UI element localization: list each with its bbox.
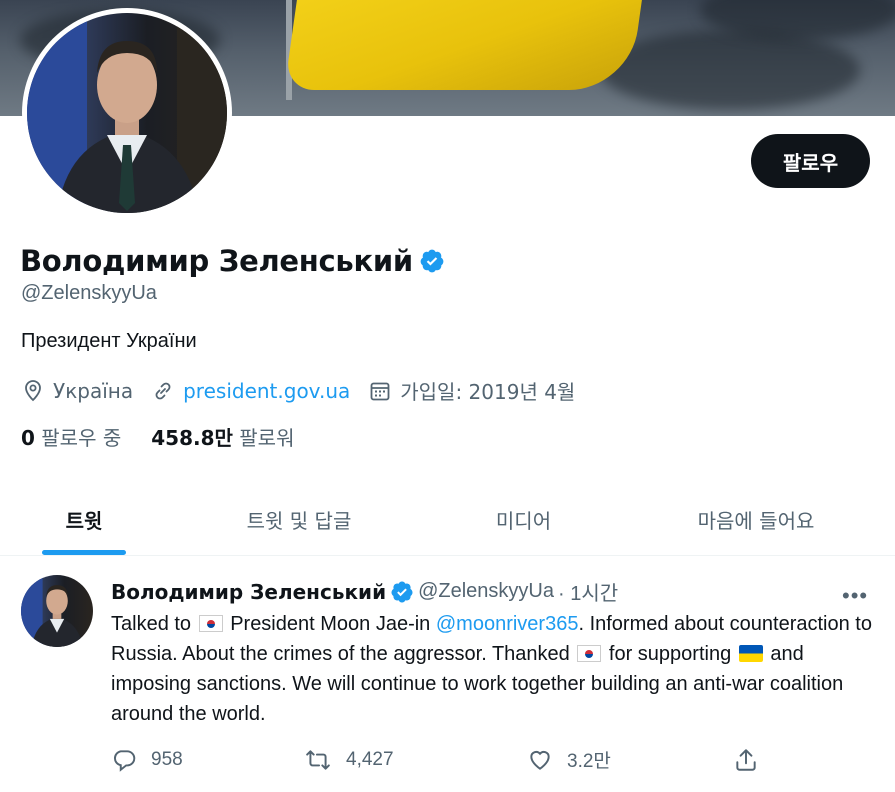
profile-page: 팔로우 Володимир Зеленський @ZelenskyyUa Пр… [0,0,895,792]
tab-likes[interactable]: 마음에 들어요 [617,484,895,555]
profile-bio: Президент України [21,330,197,352]
mention-link[interactable]: @moonriver365 [436,613,579,635]
profile-avatar[interactable] [22,8,232,218]
calendar-icon [370,382,390,400]
tweet-text: Talked to President Moon Jae-in @moonriv… [111,613,872,725]
profile-tabs: 트윗 트윗 및 답글 미디어 마음에 들어요 [0,484,895,556]
south-korea-flag-icon [577,645,602,662]
website[interactable]: president.gov.ua [151,379,350,403]
ukraine-flag-icon [738,645,763,662]
join-date-text: 가입일: 2019년 4월 [400,380,576,404]
link-icon [155,382,171,399]
tweet-avatar[interactable] [21,575,93,647]
more-options-icon[interactable]: ••• [842,583,868,609]
ukraine-flag-image [284,0,645,90]
tweet-author[interactable]: Володимир Зеленський [111,580,386,604]
verified-badge-icon[interactable] [390,580,414,604]
reply-button[interactable]: 958 [111,747,304,773]
retweet-icon [306,749,330,770]
website-link[interactable]: president.gov.ua [183,379,350,403]
location: Україна [21,379,133,403]
share-icon [736,748,756,771]
retweet-button[interactable]: 4,427 [304,747,527,773]
heart-icon [530,750,550,770]
profile-name: Володимир Зеленський [20,244,413,278]
tab-tweets[interactable]: 트윗 [0,484,168,555]
following-stat[interactable]: 0 팔로우 중 [21,422,121,451]
join-date: 가입일: 2019년 4월 [368,376,575,405]
tweet[interactable]: Володимир Зеленський @ZelenskyyUa · 1시간 … [0,557,895,792]
location-text: Україна [53,378,134,403]
south-korea-flag-icon [198,615,223,632]
followers-stat[interactable]: 458.8만 팔로워 [151,422,294,451]
follow-stats: 0 팔로우 중 458.8만 팔로워 [21,422,324,451]
tab-tweets-replies[interactable]: 트윗 및 답글 [168,484,430,555]
reply-icon [114,749,136,772]
verified-badge-icon[interactable] [419,248,445,274]
tweet-time[interactable]: · 1시간 [558,577,618,606]
like-button[interactable]: 3.2만 [527,746,733,773]
profile-handle: @ZelenskyyUa [21,282,157,304]
follow-button[interactable]: 팔로우 [751,134,870,188]
tab-media[interactable]: 미디어 [430,484,617,555]
profile-meta: Україна president.gov.ua 가입일: 2019년 4월 [21,376,593,405]
tweet-handle[interactable]: @ZelenskyyUa [418,580,554,603]
share-button[interactable] [733,747,773,773]
tweet-actions: 958 4,427 3.2만 [111,746,773,773]
location-pin-icon [25,379,41,401]
